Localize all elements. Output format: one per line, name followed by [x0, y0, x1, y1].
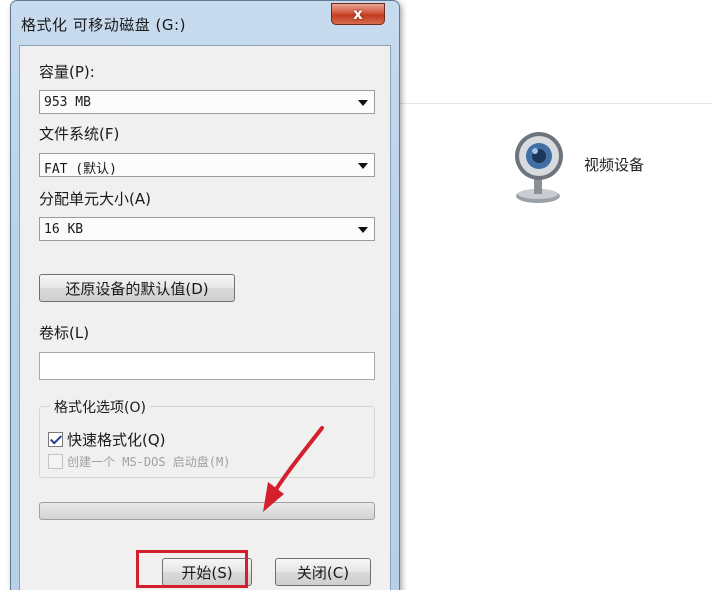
dialog-body: 容量(P): 953 MB 文件系统(F) FAT (默认) 分配单元大小(A)… [19, 45, 391, 590]
dialog-title: 格式化 可移动磁盘 (G:) [21, 16, 186, 34]
close-window-button[interactable]: x [331, 3, 385, 25]
capacity-select[interactable]: 953 MB [39, 90, 375, 114]
quick-format-label: 快速格式化(Q) [67, 431, 166, 449]
chevron-down-icon [358, 227, 368, 233]
capacity-value: 953 MB [44, 95, 91, 110]
webcam-icon [515, 132, 563, 203]
quick-format-option[interactable]: 快速格式化(Q) [48, 429, 166, 450]
allocation-select[interactable]: 16 KB [39, 217, 375, 241]
quick-format-checkbox[interactable] [48, 432, 63, 447]
allocation-value: 16 KB [44, 222, 84, 237]
title-bar[interactable]: 格式化 可移动磁盘 (G:) x [11, 1, 399, 45]
explorer-top-area [398, 0, 712, 104]
restore-defaults-button[interactable]: 还原设备的默认值(D) [39, 274, 235, 302]
filesystem-label: 文件系统(F) [39, 125, 120, 143]
filesystem-value: FAT (默认) [44, 162, 117, 177]
video-device-item[interactable]: 视频设备 [512, 130, 692, 210]
chevron-down-icon [358, 100, 368, 106]
allocation-label: 分配单元大小(A) [39, 190, 151, 208]
volume-label-input[interactable] [39, 352, 375, 380]
format-options-title: 格式化选项(O) [50, 397, 150, 417]
msdos-startup-label: 创建一个 MS-DOS 启动盘(M) [67, 455, 231, 469]
video-device-label: 视频设备 [584, 156, 645, 174]
chevron-down-icon [358, 163, 368, 169]
msdos-startup-checkbox [48, 454, 63, 469]
close-button[interactable]: 关闭(C) [275, 558, 371, 586]
format-dialog: 格式化 可移动磁盘 (G:) x 容量(P): 953 MB 文件系统(F) F… [10, 0, 400, 590]
msdos-startup-option: 创建一个 MS-DOS 启动盘(M) [48, 453, 230, 470]
format-progress-bar [39, 502, 375, 520]
start-button-highlight [136, 550, 248, 588]
format-options-group: 格式化选项(O) 快速格式化(Q) 创建一个 MS-DOS 启动盘(M) [39, 397, 375, 478]
close-icon: x [353, 5, 363, 23]
filesystem-select[interactable]: FAT (默认) [39, 153, 375, 177]
volume-label-caption: 卷标(L) [39, 324, 90, 342]
capacity-label: 容量(P): [39, 63, 95, 81]
